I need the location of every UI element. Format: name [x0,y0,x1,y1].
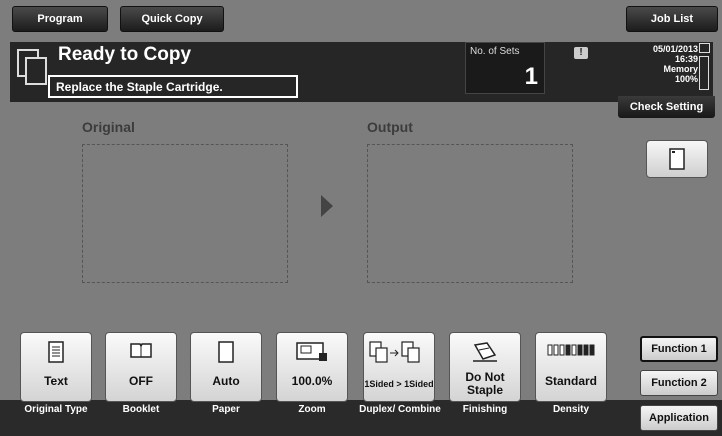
paper-button[interactable]: Auto [190,332,262,402]
function1-tab[interactable]: Function 1 [640,336,718,362]
finishing-caption: Finishing [462,404,508,415]
density-value: Standard [544,374,597,388]
alert-icon[interactable]: ! [574,47,588,59]
copy-screen: Program Quick Copy Job List Ready to Cop… [0,0,722,436]
memory-value: 100% [674,74,698,84]
density-icon [547,344,595,356]
status-panel: Ready to Copy Replace the Staple Cartrid… [10,42,713,102]
output-preview [367,144,573,283]
density-caption: Density [552,404,590,415]
paper-preview-button[interactable] [646,140,708,178]
copy-icon [17,49,47,85]
arrow-right-icon [321,195,333,217]
date-text: 05/01/2013 [652,44,698,54]
finishing-button[interactable]: Do Not Staple [449,332,521,402]
original-label: Original [82,119,135,135]
program-tab[interactable]: Program [12,6,108,32]
duplex-combine-button[interactable]: 1Sided > 1Sided [363,332,435,402]
duplex-icon [369,341,420,363]
page-icon [669,148,685,170]
booklet-caption: Booklet [122,404,160,415]
booklet-icon [130,343,152,358]
duplex-caption: Duplex/ Combine [359,404,441,415]
function2-tab[interactable]: Function 2 [640,370,718,396]
check-setting-button[interactable]: Check Setting [618,96,715,118]
number-of-sets-display: No. of Sets 1 [465,42,545,94]
zoom-value: 100.0% [291,374,333,388]
finishing-value: Do Not Staple [465,370,505,397]
zoom-icon [296,342,327,361]
output-label: Output [367,119,413,135]
time-text: 16:39 [674,54,698,64]
original-type-value: Text [44,374,68,388]
datetime-info: 05/01/2013 16:39 Memory 100% [618,44,698,84]
sets-label: No. of Sets [470,46,520,57]
original-preview [82,144,288,283]
booklet-value: OFF [129,374,153,388]
zoom-caption: Zoom [298,404,326,415]
paper-value: Auto [212,374,240,388]
paper-caption: Paper [212,404,240,415]
document-lines-icon [48,341,64,363]
density-button[interactable]: Standard [535,332,607,402]
duplex-value: 1Sided > 1Sided [364,379,434,389]
application-tab[interactable]: Application [640,405,718,431]
original-type-caption: Original Type [24,404,88,415]
job-list-tab[interactable]: Job List [626,6,718,32]
memory-label: Memory [663,64,698,74]
quick-copy-tab[interactable]: Quick Copy [120,6,224,32]
paper-icon [218,341,234,363]
zoom-button[interactable]: 100.0% [276,332,348,402]
top-bar: Program Quick Copy Job List [0,0,722,40]
status-title: Ready to Copy [58,44,192,65]
booklet-button[interactable]: OFF [105,332,177,402]
original-type-button[interactable]: Text [20,332,92,402]
media-icon [699,43,710,53]
staple-icon [473,342,497,362]
toner-meter-icon [699,56,709,90]
status-message: Replace the Staple Cartridge. [47,74,299,99]
sets-value: 1 [524,63,538,90]
